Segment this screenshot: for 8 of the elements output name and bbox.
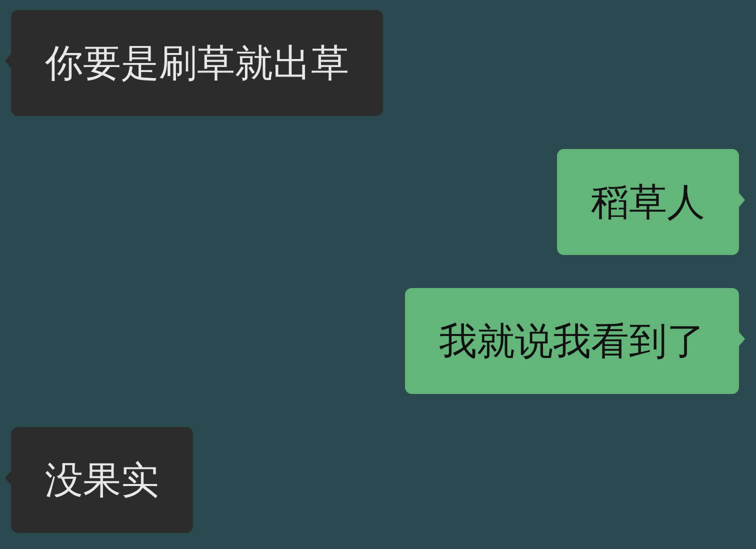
bubble-tail <box>5 471 11 485</box>
message-bubble: 稻草人 <box>557 149 739 255</box>
message-bubble: 你要是刷草就出草 <box>11 10 383 116</box>
bubble-tail <box>739 193 745 207</box>
message-bubble: 我就说我看到了 <box>405 288 739 394</box>
bubble-tail <box>5 54 11 68</box>
message-bubble: 没果实 <box>11 427 193 533</box>
bubble-tail <box>739 332 745 346</box>
